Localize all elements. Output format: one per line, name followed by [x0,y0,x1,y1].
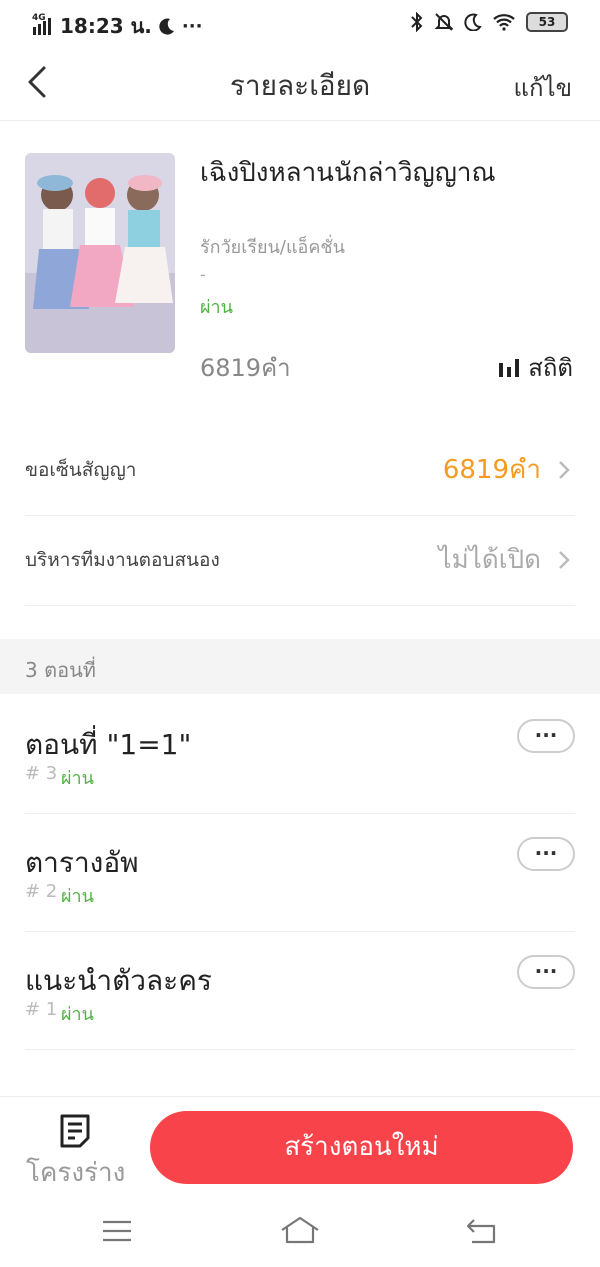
top-app-bar: รายละเอียด แก้ไข [0,46,600,121]
create-episode-button[interactable]: สร้างตอนใหม่ [150,1111,573,1184]
wifi-icon [493,14,515,31]
edit-button[interactable]: แก้ไข [514,68,572,107]
stats-label: สถิติ [528,354,573,382]
draft-button[interactable]: โครงร่าง [26,1152,125,1193]
moon-icon [464,13,482,31]
episode-number: # 2 [25,881,58,902]
book-cover-image[interactable] [25,153,175,353]
bluetooth-icon [411,12,423,32]
contract-row[interactable]: ขอเซ็นสัญญา 6819คำ [25,425,575,516]
clock: 18:23 น. [60,14,152,38]
episode-title: ตารางอัพ [25,846,139,879]
stats-button[interactable]: สถิติ [498,348,573,387]
episode-item[interactable]: ตารางอัพ # 2 ผ่าน ··· [25,813,575,932]
contract-value: 6819คำ [442,455,541,485]
episode-item[interactable]: ตอนที่ "1=1" # 3 ผ่าน ··· [25,695,575,814]
episode-title: ตอนที่ "1=1" [25,728,192,761]
chevron-right-icon [559,551,570,569]
book-status-badge: ผ่าน [200,297,233,318]
word-count: 6819คำ [200,354,291,382]
book-genre: รักวัยเรียน/แอ็คชั่น [200,237,345,258]
back-nav-icon[interactable] [466,1218,498,1244]
draft-note-icon[interactable] [58,1113,92,1149]
book-title: เฉิงปิงหลานนักล่าวิญญาณ [200,158,496,188]
more-options-button[interactable]: ··· [517,719,575,753]
home-icon[interactable] [280,1216,320,1244]
episode-status: ผ่าน [61,886,94,907]
team-response-value: ไม่ได้เปิด [438,545,541,575]
episodes-count: 3 ตอนที่ [25,658,96,682]
episode-number: # 1 [25,999,58,1020]
moon-icon [159,18,174,35]
episodes-section-header: 3 ตอนที่ [0,639,600,694]
team-response-row[interactable]: บริหารทีมงานตอบสนอง ไม่ได้เปิด [25,515,575,606]
battery-indicator: 53 [526,12,568,32]
menu-icon[interactable] [102,1220,132,1242]
episode-item[interactable]: แนะนำตัวละคร # 1 ผ่าน ··· [25,931,575,1050]
more-options-button[interactable]: ··· [517,837,575,871]
system-nav-bar [0,1196,600,1267]
team-response-label: บริหารทีมงานตอบสนอง [25,549,220,571]
bottom-action-bar: โครงร่าง สร้างตอนใหม่ [0,1096,600,1197]
more-options-button[interactable]: ··· [517,955,575,989]
episode-status: ผ่าน [61,1004,94,1025]
signal-icon: 4G [32,13,54,37]
episode-status: ผ่าน [61,768,94,789]
more-notifications-icon: ··· [181,15,203,37]
mute-bell-icon [434,13,454,31]
episode-number: # 3 [25,763,58,784]
episode-title: แนะนำตัวละคร [25,964,212,997]
contract-label: ขอเซ็นสัญญา [25,459,137,481]
chevron-right-icon [559,461,570,479]
bar-chart-icon [499,358,520,377]
status-bar: 4G 18:23 น. ··· 53 [0,0,600,46]
status-right: 53 [410,12,568,32]
book-subtitle: - [200,265,206,284]
status-left: 4G 18:23 น. ··· [32,10,202,42]
page-title: รายละเอียด [229,69,371,102]
